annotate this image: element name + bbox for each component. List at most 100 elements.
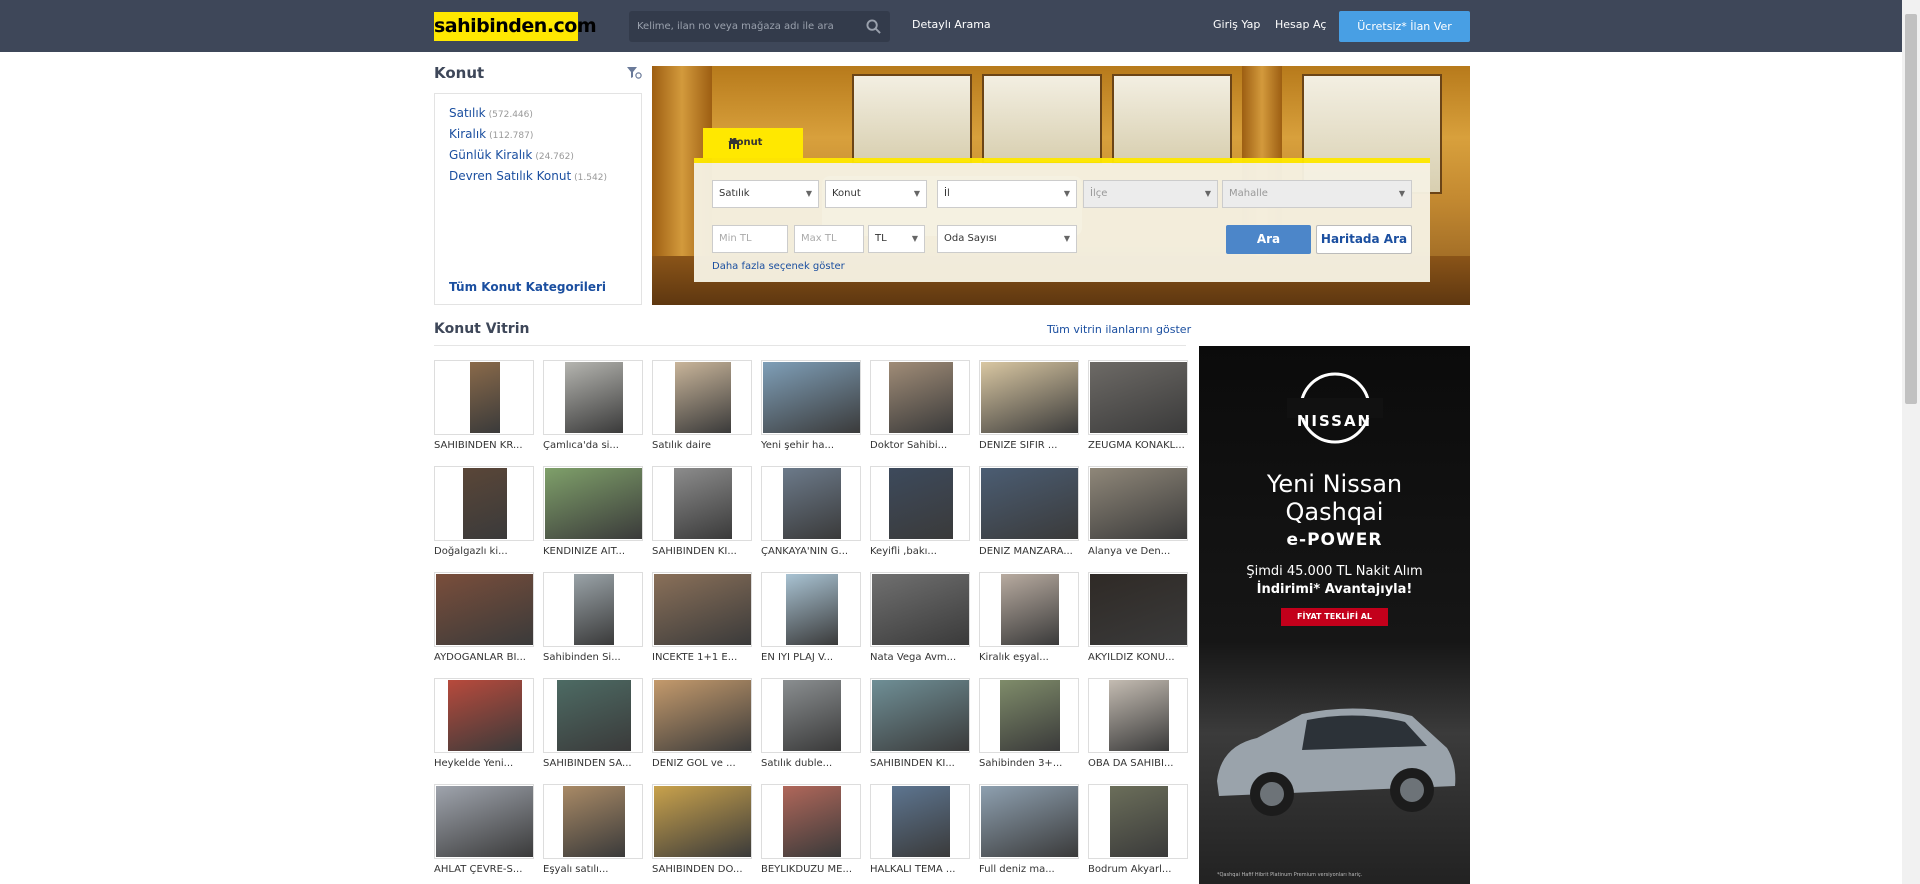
listing-thumbnail[interactable] [434, 678, 534, 753]
listing-thumbnail[interactable] [761, 360, 861, 435]
listing-card[interactable]: AHLAT ÇEVRE-S... [434, 784, 534, 882]
listing-title[interactable]: AHLAT ÇEVRE-S... [434, 864, 534, 875]
listing-thumbnail[interactable] [870, 360, 970, 435]
listing-thumbnail[interactable] [543, 784, 643, 859]
listing-card[interactable]: Nata Vega Avm... [870, 572, 970, 670]
listing-title[interactable]: KENDİNİZE AİT... [543, 546, 643, 557]
listing-title[interactable]: DENİZ GÖL ve ... [652, 758, 752, 769]
listing-card[interactable]: SAHİBİNDEN Kİ... [652, 466, 752, 564]
listing-title[interactable]: SAHİBİNDEN SA... [543, 758, 643, 769]
district-select[interactable]: İlçe ▼ [1083, 180, 1218, 208]
listing-card[interactable]: HALKALI TEMA ... [870, 784, 970, 882]
listing-title[interactable]: Keyifli ,bakı... [870, 546, 970, 557]
type-select[interactable]: Satılık ▼ [712, 180, 819, 208]
listing-card[interactable]: Bodrum Akyarl... [1088, 784, 1188, 882]
listing-thumbnail[interactable] [652, 678, 752, 753]
min-price-input[interactable]: Min TL [712, 225, 788, 253]
listing-title[interactable]: Sahibinden Si... [543, 652, 643, 663]
search-icon[interactable] [866, 19, 881, 34]
listing-thumbnail[interactable] [979, 784, 1079, 859]
listing-card[interactable]: DENİZ MANZARA... [979, 466, 1079, 564]
listing-card[interactable]: OBA DA SAHİBİ... [1088, 678, 1188, 776]
listing-title[interactable]: EN İYİ PLAJ V... [761, 652, 861, 663]
listing-card[interactable]: SAHİBİNDEN SA... [543, 678, 643, 776]
category-select[interactable]: Konut ▼ [825, 180, 927, 208]
listing-card[interactable]: İNCEKTE 1+1 E... [652, 572, 752, 670]
listing-thumbnail[interactable] [434, 360, 534, 435]
listing-card[interactable]: Alanya ve Den... [1088, 466, 1188, 564]
listing-card[interactable]: Kiralık eşyal... [979, 572, 1079, 670]
listing-title[interactable]: Sahibinden 3+... [979, 758, 1079, 769]
listing-card[interactable]: Çamlıca'da si... [543, 360, 643, 458]
listing-title[interactable]: BEYLİKDÜZÜ ME... [761, 864, 861, 875]
search-input[interactable] [637, 11, 857, 42]
listing-title[interactable]: Bodrum Akyarl... [1088, 864, 1188, 875]
listing-title[interactable]: Kiralık eşyal... [979, 652, 1079, 663]
category-item-devren-satilik[interactable]: Devren Satılık Konut (1.542) [449, 169, 607, 183]
listing-thumbnail[interactable] [1088, 360, 1188, 435]
listing-card[interactable]: ÇANKAYA'NIN G... [761, 466, 861, 564]
site-logo[interactable]: sahibinden.com [434, 12, 597, 41]
listing-thumbnail[interactable] [543, 466, 643, 541]
listing-thumbnail[interactable] [979, 572, 1079, 647]
listing-card[interactable]: ZEUGMA KONAKL... [1088, 360, 1188, 458]
listing-title[interactable]: Doktor Sahibi... [870, 440, 970, 451]
listing-thumbnail[interactable] [1088, 466, 1188, 541]
neighborhood-select[interactable]: Mahalle ▼ [1222, 180, 1412, 208]
listing-title[interactable]: SAHİBİNDEN Kİ... [652, 546, 752, 557]
listing-card[interactable]: Doğalgazlı ki... [434, 466, 534, 564]
filter-icon[interactable] [626, 66, 642, 80]
listing-title[interactable]: Satılık duble... [761, 758, 861, 769]
listing-title[interactable]: Alanya ve Den... [1088, 546, 1188, 557]
listing-card[interactable]: Satılık daire [652, 360, 752, 458]
listing-card[interactable]: SAHİBİNDEN KR... [434, 360, 534, 458]
listing-thumbnail[interactable] [1088, 678, 1188, 753]
listing-title[interactable]: Çamlıca'da si... [543, 440, 643, 451]
listing-thumbnail[interactable] [1088, 784, 1188, 859]
listing-thumbnail[interactable] [761, 784, 861, 859]
listing-title[interactable]: Heykelde Yeni... [434, 758, 534, 769]
tab-konut[interactable]: Konut [703, 128, 803, 158]
ad-cta-button[interactable]: FİYAT TEKLİFİ AL [1281, 608, 1388, 626]
listing-title[interactable]: SAHİBİNDEN DO... [652, 864, 752, 875]
listing-card[interactable]: Sahibinden 3+... [979, 678, 1079, 776]
listing-title[interactable]: Satılık daire [652, 440, 752, 451]
listing-thumbnail[interactable] [652, 360, 752, 435]
listing-title[interactable]: Eşyalı satılı... [543, 864, 643, 875]
listing-thumbnail[interactable] [979, 360, 1079, 435]
listing-thumbnail[interactable] [979, 678, 1079, 753]
listing-card[interactable]: AYDOĞANLAR Bİ... [434, 572, 534, 670]
vertical-scrollbar[interactable] [1902, 0, 1920, 884]
listing-thumbnail[interactable] [543, 360, 643, 435]
max-price-input[interactable]: Max TL [794, 225, 864, 253]
more-options-link[interactable]: Daha fazla seçenek göster [712, 261, 845, 272]
listing-thumbnail[interactable] [652, 466, 752, 541]
category-item-gunluk-kiralik[interactable]: Günlük Kiralık (24.762) [449, 148, 574, 162]
listing-card[interactable]: Eşyalı satılı... [543, 784, 643, 882]
listing-card[interactable]: EN İYİ PLAJ V... [761, 572, 861, 670]
listing-thumbnail[interactable] [761, 678, 861, 753]
category-item-satilik[interactable]: Satılık (572.446) [449, 106, 533, 120]
showcase-show-all-link[interactable]: Tüm vitrin ilanlarını göster [1047, 323, 1191, 336]
listing-thumbnail[interactable] [434, 784, 534, 859]
listing-title[interactable]: OBA DA SAHİBİ... [1088, 758, 1188, 769]
category-item-kiralik[interactable]: Kiralık (112.787) [449, 127, 533, 141]
listing-thumbnail[interactable] [434, 466, 534, 541]
listing-title[interactable]: AYDOĞANLAR Bİ... [434, 652, 534, 663]
listing-card[interactable]: DENİZ GÖL ve ... [652, 678, 752, 776]
listing-thumbnail[interactable] [652, 784, 752, 859]
listing-card[interactable]: SAHİBİNDEN Kİ... [870, 678, 970, 776]
listing-thumbnail[interactable] [870, 572, 970, 647]
listing-title[interactable]: Doğalgazlı ki... [434, 546, 534, 557]
rooms-select[interactable]: Oda Sayısı ▼ [937, 225, 1077, 253]
listing-card[interactable]: Satılık duble... [761, 678, 861, 776]
listing-card[interactable]: Doktor Sahibi... [870, 360, 970, 458]
listing-title[interactable]: İNCEKTE 1+1 E... [652, 652, 752, 663]
listing-title[interactable]: ÇANKAYA'NIN G... [761, 546, 861, 557]
listing-title[interactable]: DENİZ MANZARA... [979, 546, 1079, 557]
listing-card[interactable]: Heykelde Yeni... [434, 678, 534, 776]
listing-card[interactable]: BEYLİKDÜZÜ ME... [761, 784, 861, 882]
listing-card[interactable]: Sahibinden Si... [543, 572, 643, 670]
listing-card[interactable]: KENDİNİZE AİT... [543, 466, 643, 564]
advertisement-banner[interactable]: NISSAN Yeni Nissan Qashqai e-POWER Şimdi… [1199, 346, 1470, 884]
